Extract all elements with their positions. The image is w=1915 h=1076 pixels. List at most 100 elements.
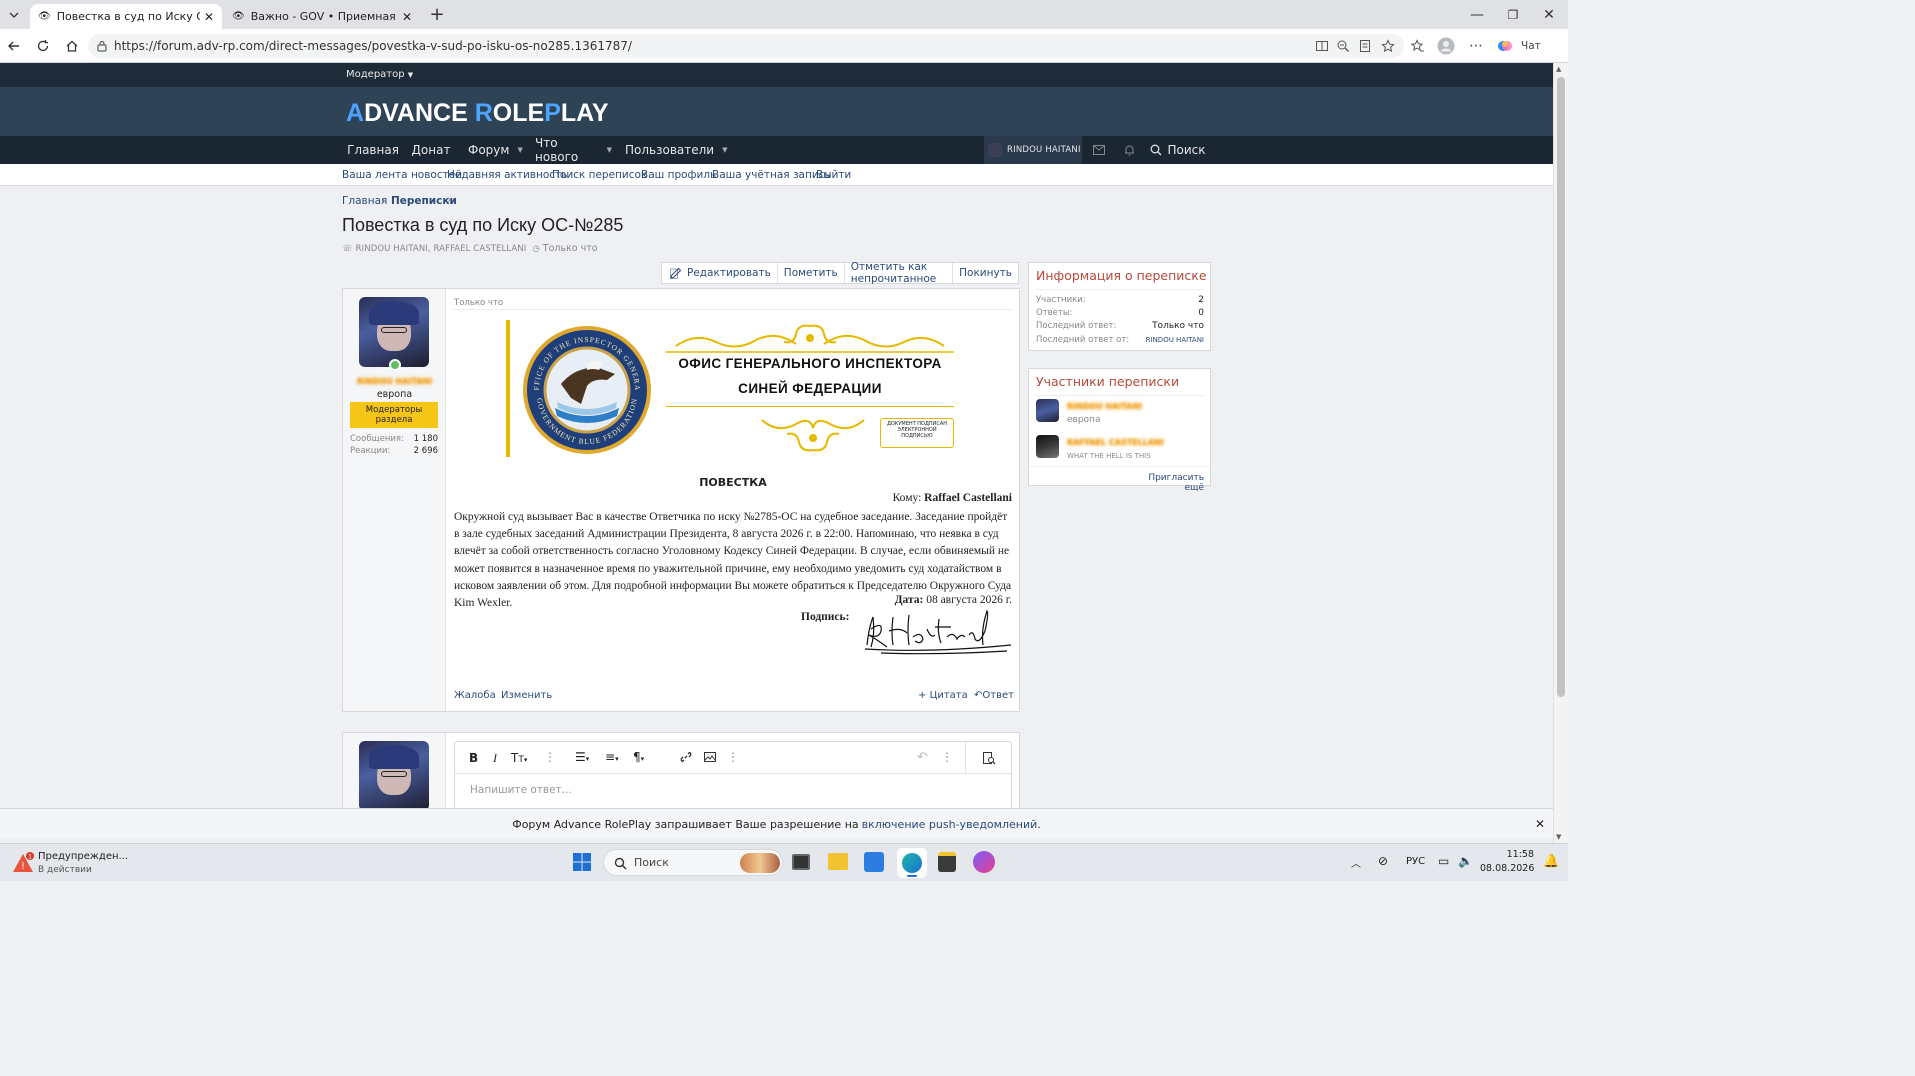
page-scrollbar[interactable]: ▲ ▼ [1553,63,1568,843]
participant-avatar[interactable] [1036,435,1059,458]
info-last-from-value[interactable]: RINDOU HAITANI [1129,336,1204,344]
edit-button[interactable]: Редактировать [662,263,778,283]
reading-mode-icon[interactable] [1354,35,1376,57]
reply-input[interactable]: Напишите ответ... [470,784,572,796]
favorites-icon[interactable] [1407,35,1429,57]
subnav-recent-activity[interactable]: Недавняя активность [447,169,567,181]
close-icon[interactable]: ✕ [204,10,214,24]
participant-name[interactable]: RINDOU HAITANI [1067,402,1142,411]
paragraph-icon[interactable]: ¶▾ [633,750,644,764]
store-icon[interactable] [864,852,884,872]
leave-button[interactable]: Покинуть [953,263,1018,283]
chevron-up-icon[interactable]: ︿ [1351,855,1361,870]
clock-time[interactable]: 11:58 [1484,849,1534,860]
editor-toolbar: B I TT▾ ⋮ ☰▾ ≡▾ ¶▾ ⋮ ↶ ⋮ [455,742,1011,774]
more-options-icon[interactable]: ⋮ [941,750,953,764]
url-field[interactable]: https://forum.adv-rp.com/direct-messages… [88,34,1404,58]
report-link[interactable]: Жалоба [454,690,496,701]
new-tab-button[interactable]: + [422,0,452,29]
nav-donate[interactable]: Донат [408,136,454,164]
home-button[interactable] [61,35,83,57]
image-icon[interactable] [703,750,717,764]
text-size-icon[interactable]: TT▾ [511,751,527,765]
site-favicon-icon: 👁 [232,11,245,22]
italic-icon[interactable]: I [493,751,497,766]
minimize-button[interactable]: — [1459,0,1495,29]
restore-button[interactable]: ❐ [1495,0,1531,29]
link-icon[interactable] [679,750,693,764]
undo-icon[interactable]: ↶ [917,750,928,765]
close-icon[interactable]: ✕ [402,10,412,24]
quote-button[interactable]: + Цитата [918,690,968,701]
display-icon[interactable]: ▭ [1438,854,1449,868]
split-screen-icon[interactable] [1311,35,1333,57]
more-options-icon[interactable]: ⋮ [544,750,556,764]
scroll-up-icon[interactable]: ▲ [1556,65,1561,73]
clock-icon: ◷ [532,243,540,254]
back-button[interactable] [3,35,25,57]
site-info-icon[interactable] [96,40,108,52]
close-icon[interactable]: ✕ [1535,817,1545,831]
enable-push-link[interactable]: включение push-уведомлений [862,818,1038,831]
thread-participants[interactable]: RINDOU HAITANI, RAFFAEL CASTELLANI [356,244,527,254]
subnav-search-conversations[interactable]: Поиск переписок [552,169,647,181]
subnav-logout[interactable]: Выйти [816,169,851,181]
messenger-icon[interactable] [973,851,995,873]
scroll-thumb[interactable] [1557,77,1565,697]
more-options-icon[interactable]: ⋮ [727,750,739,764]
nav-account[interactable]: RINDOU HAITANI [984,136,1082,164]
task-view-icon[interactable] [792,854,810,870]
zoom-icon[interactable] [1332,35,1354,57]
subnav-account[interactable]: Ваша учётная запись [712,169,831,181]
conversations-button[interactable] [1088,136,1110,164]
search-button[interactable]: Поиск [1146,136,1210,164]
tab-list-button[interactable] [0,0,28,29]
close-window-button[interactable]: ✕ [1531,0,1567,29]
post-time[interactable]: Только что [454,298,503,308]
moderator-menu[interactable]: Модератор ▼ [346,69,413,80]
favorite-star-icon[interactable] [1377,35,1399,57]
edit-post-link[interactable]: Изменить [501,690,552,701]
post-author[interactable]: RINDOU HAITANI [343,377,446,386]
mark-button[interactable]: Пометить [778,263,845,283]
start-button[interactable] [572,852,592,872]
bold-icon[interactable]: B [469,751,478,765]
nav-forum[interactable]: Форум ▼ [462,136,523,164]
nav-home[interactable]: Главная [346,136,400,164]
app-lock-icon[interactable] [938,852,956,872]
search-icon [614,857,627,870]
copilot-chat-button[interactable]: Чат [1497,35,1543,57]
nav-users[interactable]: Пользователи ▼ [620,136,728,164]
edge-taskbar-button[interactable] [897,848,927,878]
tab-inactive[interactable]: 👁 Важно - GOV • Приемная Спикер ✕ [224,4,420,29]
tab-active[interactable]: 👁 Повестка в суд по Иску ОС-№28 ✕ [30,4,222,29]
reload-button[interactable] [32,35,54,57]
invite-more-link[interactable]: Пригласить ещё [1129,473,1204,493]
clock-date[interactable]: 08.08.2026 [1480,863,1534,874]
avatar[interactable] [359,297,429,367]
bell-icon [1124,145,1134,156]
reply-button[interactable]: ↶Ответ [974,690,1014,701]
list-icon[interactable]: ☰▾ [575,750,589,764]
mark-unread-button[interactable]: Отметить как непрочитанное [845,261,954,285]
language-indicator[interactable]: РУС [1406,856,1425,867]
taskbar-search[interactable]: Поиск [603,849,783,876]
nav-whats-new[interactable]: Что нового ▼ [530,136,612,164]
subnav-news-feed[interactable]: Ваша лента новостей [342,169,462,181]
weather-alert-widget[interactable]: ! 1 Предупрежден... В действии [10,849,130,877]
subnav-profile[interactable]: Ваш профиль [641,169,716,181]
site-logo[interactable]: ADVANCE ROLEPLAY [346,99,609,128]
participant-avatar[interactable] [1036,399,1059,422]
network-off-icon[interactable]: ⊘ [1378,854,1388,868]
more-menu-icon[interactable]: ⋯ [1465,35,1487,57]
align-icon[interactable]: ≡▾ [605,750,619,764]
participant-name[interactable]: RAFFAEL CASTELLANI [1067,438,1164,447]
alerts-button[interactable] [1118,136,1140,164]
volume-icon[interactable]: 🔈 [1458,854,1473,868]
preview-button[interactable] [965,742,1011,773]
notification-bell-icon[interactable]: 🔔 [1543,854,1559,869]
profile-avatar-icon[interactable] [1435,35,1457,57]
document-org-line1: ОФИС ГЕНЕРАЛЬНОГО ИНСПЕКТОРА [678,356,942,371]
file-explorer-icon[interactable] [828,853,848,870]
scroll-down-icon[interactable]: ▼ [1556,833,1561,841]
